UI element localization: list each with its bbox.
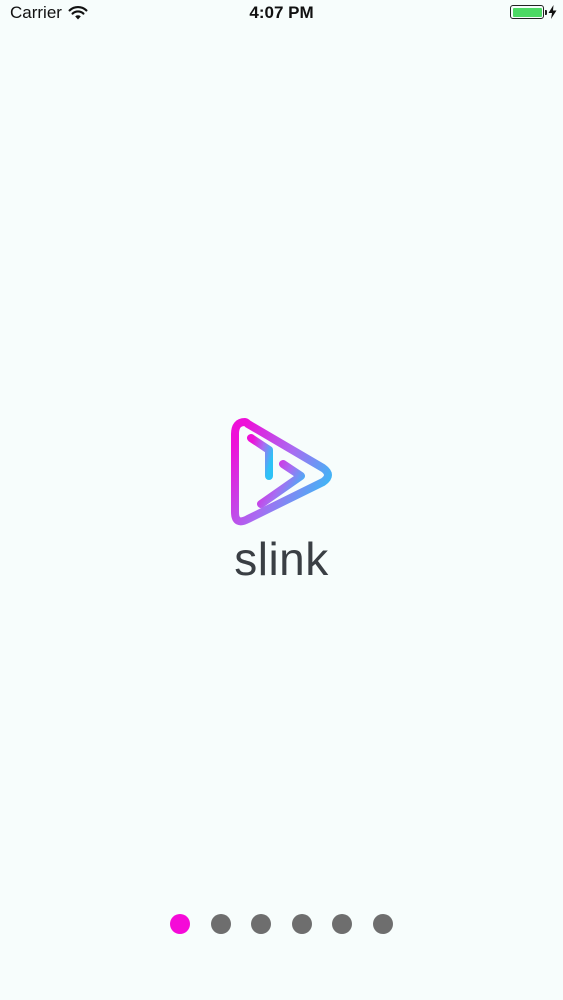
page-control[interactable]: [0, 914, 563, 934]
battery-fill: [512, 7, 542, 17]
page-dot[interactable]: [251, 914, 272, 934]
page-dot[interactable]: [210, 914, 231, 934]
page-dot[interactable]: [170, 914, 191, 934]
slink-logo-icon: [230, 418, 332, 526]
charging-bolt-icon: [548, 5, 557, 19]
battery-icon: [510, 5, 547, 19]
brand-name: slink: [234, 533, 329, 585]
status-time: 4:07 PM: [249, 3, 314, 22]
app-logo: slink: [0, 418, 563, 582]
status-bar: Carrier 4:07 PM: [0, 0, 563, 26]
page-dot[interactable]: [291, 914, 312, 934]
page-dot[interactable]: [372, 914, 393, 934]
page-dot[interactable]: [332, 914, 353, 934]
battery-group: [510, 5, 557, 19]
